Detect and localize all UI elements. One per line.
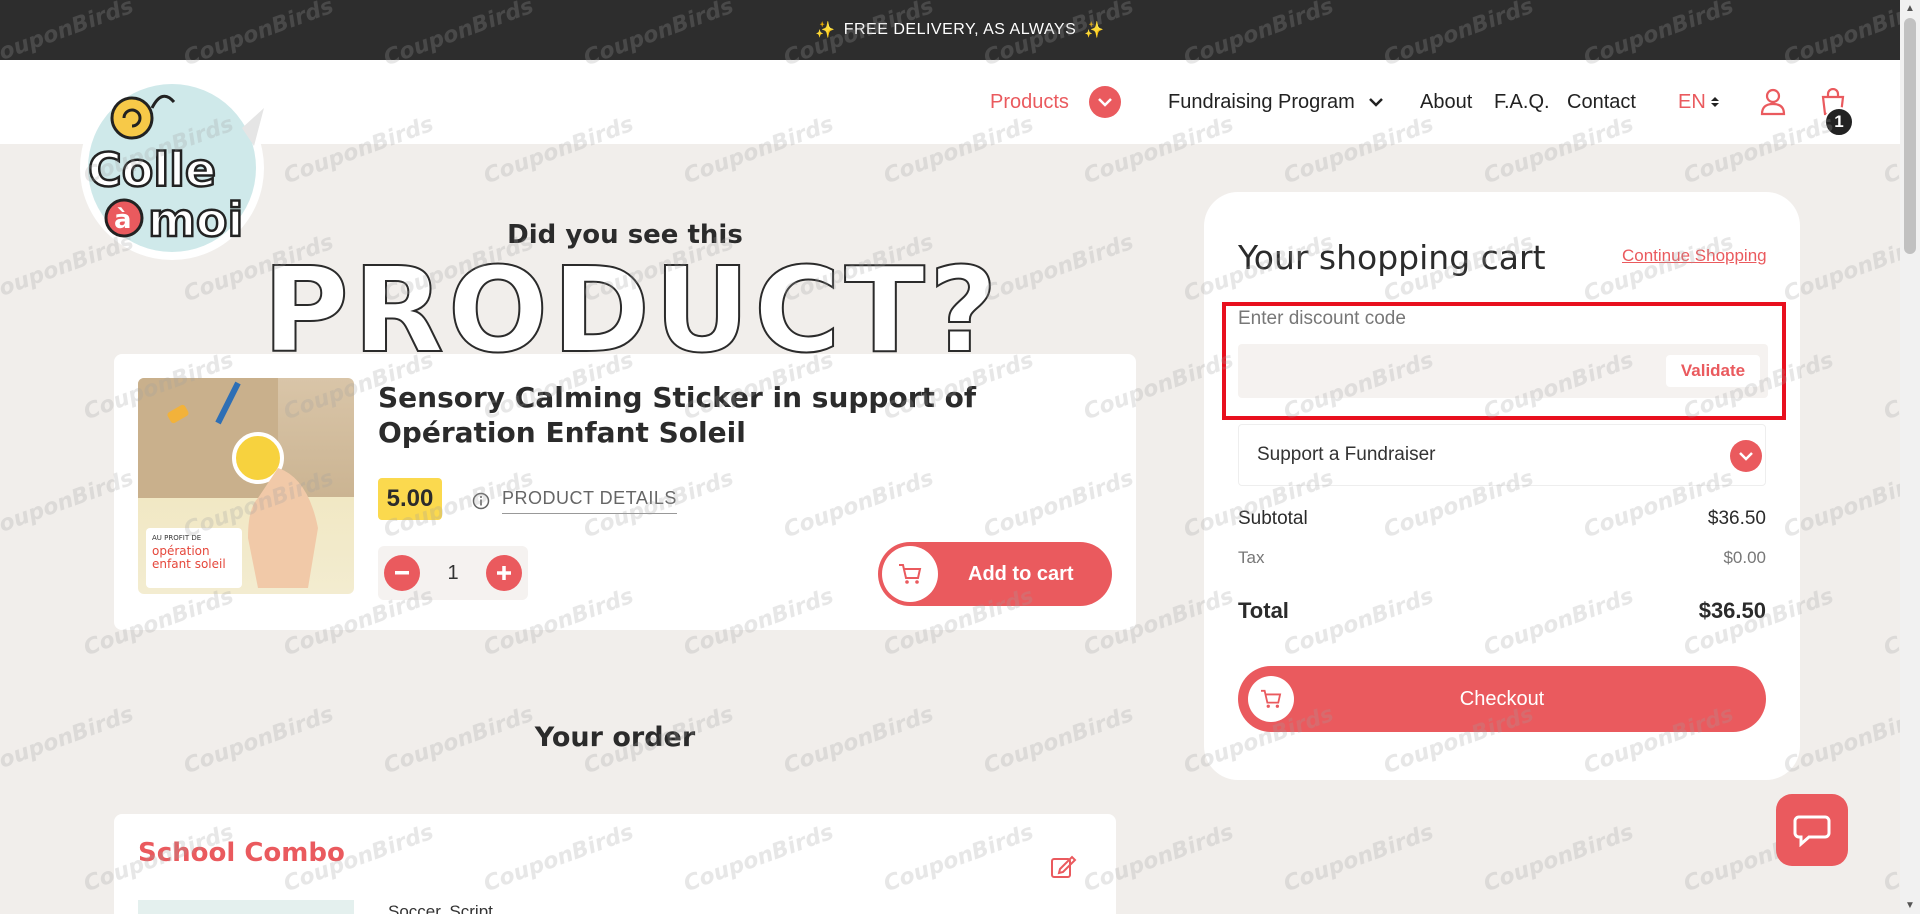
total-row: Total $36.50 — [1238, 598, 1766, 624]
nav-contact[interactable]: Contact — [1567, 87, 1636, 117]
scroll-up-arrow-icon[interactable]: ▲ — [1900, 0, 1920, 17]
chevron-down-icon — [1368, 98, 1383, 107]
quantity-stepper: 1 — [378, 546, 528, 600]
site-logo[interactable]: Colle à moi — [72, 68, 272, 262]
language-selector[interactable]: EN — [1678, 87, 1720, 117]
minus-icon — [395, 571, 409, 575]
support-fundraiser-dropdown[interactable]: Support a Fundraiser — [1238, 424, 1766, 486]
nav-about[interactable]: About — [1420, 87, 1472, 117]
cart-count-badge: 1 — [1824, 107, 1854, 137]
add-to-cart-button[interactable]: Add to cart — [878, 542, 1112, 606]
account-link[interactable] — [1760, 87, 1786, 117]
watermark-text: CouponBirds — [980, 229, 1137, 308]
chevron-down-icon[interactable] — [1088, 86, 1121, 118]
plus-icon — [497, 566, 511, 580]
edit-order-button[interactable] — [1050, 853, 1078, 884]
help-chat-button[interactable] — [1776, 794, 1848, 866]
tax-value: $0.00 — [1723, 548, 1766, 567]
scroll-down-arrow-icon[interactable]: ▼ — [1900, 897, 1920, 914]
nav-fundraising-label: Fundraising Program — [1168, 90, 1355, 113]
colle-a-moi-logo: Colle à moi — [80, 76, 264, 260]
order-heading: Your order — [534, 722, 696, 753]
promo-text: FREE DELIVERY, AS ALWAYS — [843, 21, 1077, 38]
svg-text:moi: moi — [148, 193, 243, 247]
checkout-label: Checkout — [1459, 687, 1545, 710]
svg-text:Colle: Colle — [88, 143, 216, 197]
nav-products-label: Products — [990, 90, 1069, 113]
scroll-thumb[interactable] — [1904, 18, 1916, 254]
product-title[interactable]: Sensory Calming Sticker in support of Op… — [378, 380, 1078, 450]
watermark-text: CouponBirds — [1280, 819, 1437, 898]
tax-label: Tax — [1238, 548, 1265, 567]
product-image-label: AU PROFIT DE opération enfant soleil — [146, 528, 242, 588]
chevron-down-icon[interactable] — [1730, 440, 1762, 472]
order-item-title: School Combo — [138, 838, 345, 868]
discount-highlight-box — [1222, 302, 1786, 420]
decrease-quantity-button[interactable] — [384, 555, 420, 591]
watermark-text: CouponBirds — [780, 701, 937, 780]
svg-text:à: à — [114, 205, 132, 235]
page-scrollbar[interactable]: ▲ ▼ — [1900, 0, 1920, 914]
increase-quantity-button[interactable] — [486, 555, 522, 591]
continue-shopping-link[interactable]: Continue Shopping — [1622, 246, 1767, 266]
nav-products[interactable]: Products — [990, 86, 1121, 118]
product-details-link[interactable]: PRODUCT DETAILS — [472, 488, 677, 514]
product-details-label: PRODUCT DETAILS — [502, 488, 677, 514]
watermark-text: CouponBirds — [980, 701, 1137, 780]
nav-fundraising[interactable]: Fundraising Program — [1168, 87, 1383, 117]
watermark-text: CouponBirds — [180, 701, 337, 780]
language-label: EN — [1678, 90, 1706, 113]
subtotal-value: $36.50 — [1707, 508, 1766, 529]
subtotal-label: Subtotal — [1238, 508, 1308, 529]
product-image-caption: opération enfant soleil — [152, 544, 226, 571]
support-fundraiser-label: Support a Fundraiser — [1257, 444, 1436, 465]
total-label: Total — [1238, 598, 1289, 623]
promo-bar: ✨ FREE DELIVERY, AS ALWAYS ✨ — [0, 0, 1920, 60]
user-icon — [1760, 88, 1786, 116]
total-value: $36.50 — [1698, 598, 1766, 623]
price-badge: 5.00 — [378, 478, 442, 520]
cart-icon — [1248, 676, 1294, 722]
nav-faq[interactable]: F.A.Q. — [1494, 87, 1550, 117]
checkout-button[interactable]: Checkout — [1238, 666, 1766, 732]
chat-bubble-icon — [1793, 815, 1831, 847]
cart-icon — [882, 546, 938, 602]
watermark-text: CouponBirds — [1480, 819, 1637, 898]
sparkle-icon: ✨ — [815, 22, 836, 39]
info-icon — [472, 492, 490, 510]
watermark-text: CouponBirds — [0, 701, 137, 780]
product-image[interactable]: AU PROFIT DE opération enfant soleil — [138, 378, 354, 594]
suggestion-big-heading: PRODUCT? — [262, 240, 1002, 380]
quantity-value[interactable]: 1 — [447, 562, 458, 585]
tax-row: Tax $0.00 — [1238, 548, 1766, 568]
order-item-thumbnail — [138, 900, 354, 914]
edit-icon — [1051, 855, 1077, 878]
sparkle-icon: ✨ — [1084, 22, 1105, 39]
sort-arrows-icon — [1710, 97, 1719, 107]
subtotal-row: Subtotal $36.50 — [1238, 508, 1766, 530]
order-item-line: Soccer, Script — [388, 902, 493, 914]
add-to-cart-label: Add to cart — [968, 562, 1074, 585]
cart-title: Your shopping cart — [1238, 238, 1546, 277]
